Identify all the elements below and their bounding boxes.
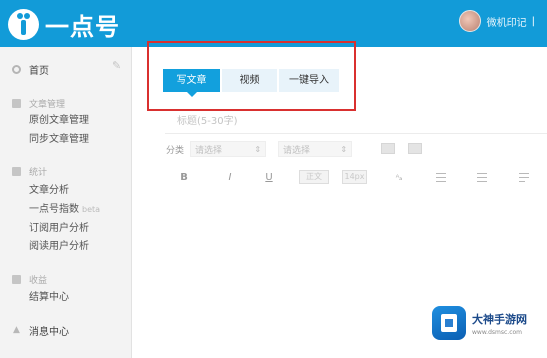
sidebar-item-original-articles[interactable]: 原创文章管理 xyxy=(29,111,89,126)
settlement-icon xyxy=(12,275,21,284)
app-logo[interactable]: 一点号 xyxy=(8,6,120,42)
section-label: 统计 xyxy=(29,168,48,178)
beta-badge: beta xyxy=(82,205,101,214)
sidebar: ✎ 首页 文章管理 原创文章管理 同步文章管理 统计 文章分析 一点号指数 bet… xyxy=(0,47,132,358)
section-label: 收益 xyxy=(29,276,48,286)
avatar[interactable] xyxy=(458,10,481,32)
tab-video[interactable]: 视频 xyxy=(222,69,277,92)
site-watermark: 大神手游网 www.dsmsc.com xyxy=(432,300,547,346)
sidebar-item-yidian-index[interactable]: 一点号指数 beta xyxy=(29,200,100,215)
article-icon xyxy=(12,99,21,108)
watermark-logo-icon xyxy=(432,306,466,340)
category-select-primary[interactable]: 请选择 ⇕ xyxy=(190,141,267,157)
insert-media-icon[interactable] xyxy=(408,143,422,154)
sidebar-item-label: 首页 xyxy=(29,66,49,77)
top-header: 一点号 微机印记 | xyxy=(0,0,547,47)
divider xyxy=(165,133,547,134)
category-label: 分类 xyxy=(166,145,185,156)
sidebar-section-income: 收益 xyxy=(12,273,47,286)
tab-write-article[interactable]: 写文章 xyxy=(163,69,220,97)
align-left-icon[interactable] xyxy=(436,173,446,182)
tab-one-click-import[interactable]: 一键导入 xyxy=(279,69,339,92)
sidebar-section-article: 文章管理 xyxy=(12,97,65,110)
align-center-icon[interactable] xyxy=(477,173,487,182)
app-root: 一点号 微机印记 | ✎ 首页 文章管理 原创文章管理 同步文章管理 统计 文章… xyxy=(0,0,547,358)
sidebar-item-message-center[interactable]: ▲ 消息中心 xyxy=(12,323,69,339)
clear-format-button[interactable]: ᴬₐ xyxy=(392,170,406,186)
editor-toolbar: B I U 正文 14px ᴬₐ xyxy=(166,170,547,186)
logo-icon xyxy=(8,8,39,40)
category-row: 分类 请选择 ⇕ 请选择 ⇕ xyxy=(166,141,364,157)
editor-tabs: 写文章 视频 一键导入 xyxy=(163,69,341,97)
chevron-updown-icon: ⇕ xyxy=(254,144,262,154)
section-label: 文章管理 xyxy=(29,100,66,110)
bold-button[interactable]: B xyxy=(178,170,190,186)
user-menu-divider: | xyxy=(531,15,535,27)
home-icon xyxy=(12,65,21,74)
person-icon: ▲ xyxy=(13,325,20,335)
category-select-secondary[interactable]: 请选择 ⇕ xyxy=(278,141,353,157)
sidebar-item-article-analysis[interactable]: 文章分析 xyxy=(29,181,69,196)
watermark-title: 大神手游网 xyxy=(472,312,527,326)
user-name[interactable]: 微机印记 xyxy=(487,14,527,29)
chevron-updown-icon: ⇕ xyxy=(340,144,348,154)
sidebar-item-label: 消息中心 xyxy=(29,327,69,338)
title-input[interactable]: 标题(5-30字) xyxy=(177,112,238,127)
sidebar-section-stats: 统计 xyxy=(12,165,47,178)
sidebar-item-home[interactable]: 首页 xyxy=(12,62,49,77)
underline-button[interactable]: U xyxy=(263,170,275,186)
sidebar-item-label: 一点号指数 xyxy=(29,204,79,215)
edit-icon[interactable]: ✎ xyxy=(112,60,123,71)
user-menu[interactable]: 微机印记 | xyxy=(458,10,535,32)
font-style-select[interactable]: 正文 xyxy=(299,170,329,184)
sidebar-item-subscriber-analysis[interactable]: 订阅用户分析 xyxy=(29,219,89,234)
select-value: 请选择 xyxy=(283,145,311,156)
sidebar-item-synced-articles[interactable]: 同步文章管理 xyxy=(29,130,89,145)
sidebar-item-reader-analysis[interactable]: 阅读用户分析 xyxy=(29,237,89,252)
app-title: 一点号 xyxy=(45,12,120,41)
stats-icon xyxy=(12,167,21,176)
italic-button[interactable]: I xyxy=(224,170,236,186)
watermark-url: www.dsmsc.com xyxy=(472,328,523,336)
insert-image-icon[interactable] xyxy=(381,143,395,154)
sidebar-item-settlement-center[interactable]: 结算中心 xyxy=(29,288,69,303)
font-size-select[interactable]: 14px xyxy=(342,170,367,184)
select-value: 请选择 xyxy=(195,145,223,156)
align-right-icon[interactable] xyxy=(519,173,529,182)
